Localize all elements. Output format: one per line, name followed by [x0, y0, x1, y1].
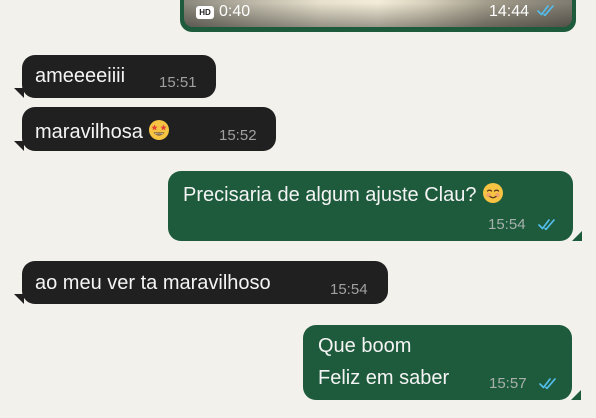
smiling-face-emoji-icon [483, 183, 504, 203]
message-time: 15:54 [330, 281, 368, 298]
message-time: 15:51 [159, 74, 197, 91]
message-text: Precisaria de algum ajuste Clau? [183, 184, 477, 206]
incoming-message[interactable]: ameeeeiiii 15:51 [22, 55, 216, 98]
message-time: 15:54 [488, 216, 526, 233]
message-time: 15:57 [489, 375, 527, 392]
outgoing-message[interactable]: Precisaria de algum ajuste Clau? 15:54 [168, 171, 573, 241]
bubble-tail [571, 390, 581, 400]
hd-badge-icon: HD [196, 6, 214, 19]
incoming-message[interactable]: maravilhosa 15:52 [22, 107, 276, 151]
double-check-read-icon [537, 5, 554, 17]
message-line: Feliz em saber [318, 367, 450, 389]
star-struck-emoji-icon [149, 120, 170, 140]
video-duration: 0:40 [219, 3, 251, 20]
message-text: ao meu ver ta maravilhoso [35, 272, 271, 294]
incoming-message[interactable]: ao meu ver ta maravilhoso 15:54 [22, 261, 388, 304]
message-time: 15:52 [219, 127, 257, 144]
double-check-read-icon [538, 219, 555, 231]
message-text: ameeeeiiii [35, 65, 126, 87]
message-text: maravilhosa [35, 121, 143, 143]
message-text-row: Precisaria de algum ajuste Clau? [183, 182, 504, 207]
message-line: Que boom [318, 335, 412, 357]
bubble-tail [572, 231, 582, 241]
message-text-row: maravilhosa [35, 119, 170, 144]
double-check-read-icon [539, 378, 556, 390]
outgoing-message[interactable]: Que boom Feliz em saber 15:57 [303, 325, 572, 400]
video-timestamp: 14:44 [489, 3, 530, 20]
